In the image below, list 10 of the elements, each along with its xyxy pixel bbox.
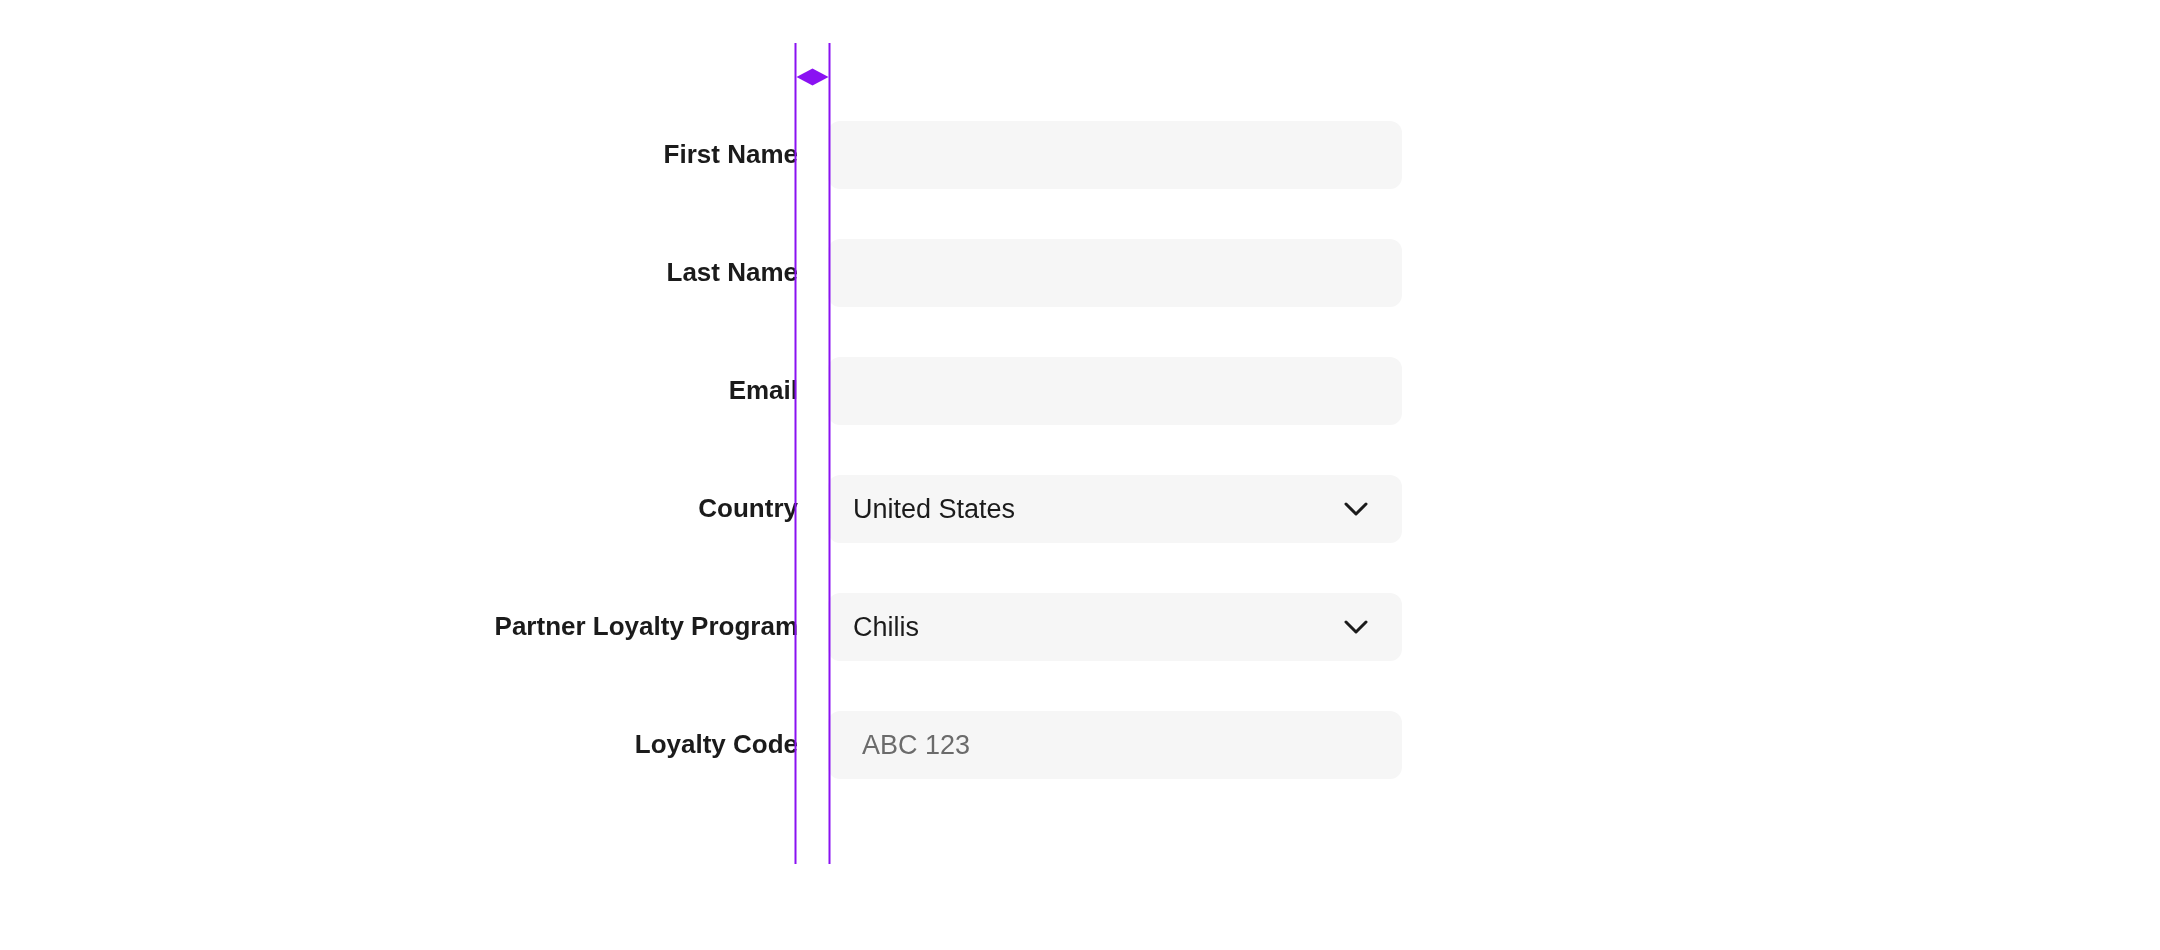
chevron-down-icon (1344, 502, 1368, 516)
chevron-down-icon (1344, 620, 1368, 634)
field-label: Email (728, 375, 798, 407)
input-field[interactable] (828, 121, 1402, 189)
double-arrow-icon (796, 68, 829, 86)
input-field[interactable] (828, 239, 1402, 307)
dropdown-field[interactable]: United States (828, 475, 1402, 543)
dropdown-field[interactable]: Chilis (828, 593, 1402, 661)
input-field[interactable]: ABC 123 (828, 711, 1402, 779)
input-field[interactable] (828, 357, 1402, 425)
